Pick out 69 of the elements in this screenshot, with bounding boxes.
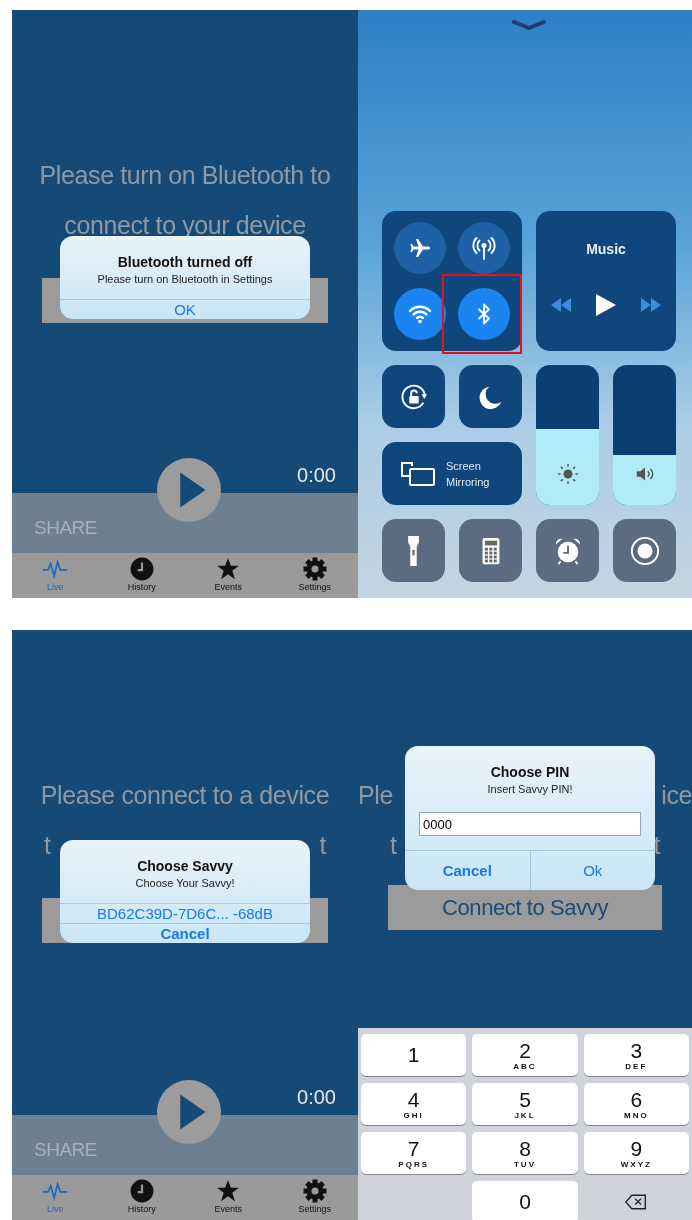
keypad-key[interactable]: 5 JKL [472,1083,578,1125]
pin-input-field[interactable]: 0000 [419,812,641,836]
screen-mirroring-button[interactable]: Screen Mirroring [382,442,522,505]
airplane-icon [408,236,432,260]
heading-text: t [390,830,397,861]
dialog-title: Choose Savvy [137,858,233,874]
pulse-icon [42,557,69,581]
alarm-button[interactable] [536,519,599,582]
play-button[interactable] [157,458,221,522]
clock-icon [128,1179,155,1203]
brightness-slider[interactable] [536,365,599,505]
pulse-icon [42,1179,69,1203]
fast-forward-icon[interactable] [639,298,663,312]
tab[interactable]: Settings [284,1175,345,1220]
keypad-key[interactable]: 3 DEF [583,1034,689,1076]
settings-icon [301,1179,328,1203]
heading-text: Please turn on Bluetooth to [39,160,331,191]
heading-text: t [653,830,660,861]
antenna-toggle[interactable] [458,222,510,274]
tab[interactable]: History [111,1175,172,1220]
brightness-icon [556,463,579,485]
dialog-button[interactable]: BD62C39D-7D6C... -68dB [60,903,310,923]
heading-text: ice [661,780,692,811]
chevron-icon[interactable] [512,20,546,30]
tab[interactable]: History [111,553,172,598]
dialog-message: Insert Savvy PIN! [487,783,573,795]
play-icon[interactable] [595,293,617,317]
keypad-key[interactable]: 8 TUV [472,1132,578,1174]
heading-text: connect to your device [64,210,306,241]
heading-text: t [44,830,51,861]
tab[interactable]: Events [198,553,259,598]
backspace-icon [625,1194,648,1210]
keypad-key[interactable]: 2 ABC [472,1034,578,1076]
keypad-key[interactable]: 6 MNO [583,1083,689,1125]
keypad-key[interactable]: 4 GHI [361,1083,467,1125]
antenna-icon [472,236,496,260]
dialog-title: Bluetooth turned off [117,254,253,270]
bluetooth-toggle[interactable] [458,288,510,340]
dialog-title: Choose PIN [490,764,570,780]
clock-icon [128,557,155,581]
heading-text: t [319,830,326,861]
keypad-key[interactable]: 9 WXYZ [583,1132,689,1174]
keypad-key[interactable]: 0 [472,1181,578,1220]
calculator-button[interactable] [459,519,522,582]
time-label: 0:00 [297,464,336,487]
flashlight-icon [408,535,419,566]
rewind-icon[interactable] [549,298,573,312]
wifi-toggle[interactable] [394,288,446,340]
heading-text: Please connect to a device [40,780,330,811]
dialog-message: Please turn on Bluetooth in Settings [97,273,273,285]
heading-text: Ple [358,780,393,811]
settings-icon [301,557,328,581]
flashlight-button[interactable] [382,519,445,582]
record-icon [629,535,660,566]
airplane-toggle[interactable] [394,222,446,274]
music-title: Music [586,241,626,257]
tab[interactable]: Events [198,1175,259,1220]
moon-button[interactable] [459,365,522,428]
tab[interactable]: Settings [284,553,345,598]
keypad-key[interactable]: 1 [361,1034,467,1076]
volume-slider[interactable] [613,365,676,505]
music-tile[interactable]: Music [536,211,676,351]
record-button[interactable] [613,519,676,582]
play-button[interactable] [157,1080,221,1144]
screens-icon [400,460,436,487]
dialog-message: Choose Your Savvy! [135,877,235,889]
time-label: 0:00 [297,1086,336,1109]
rotation-lock-button[interactable] [382,365,445,428]
keypad-key[interactable]: 7 PQRS [361,1132,467,1174]
